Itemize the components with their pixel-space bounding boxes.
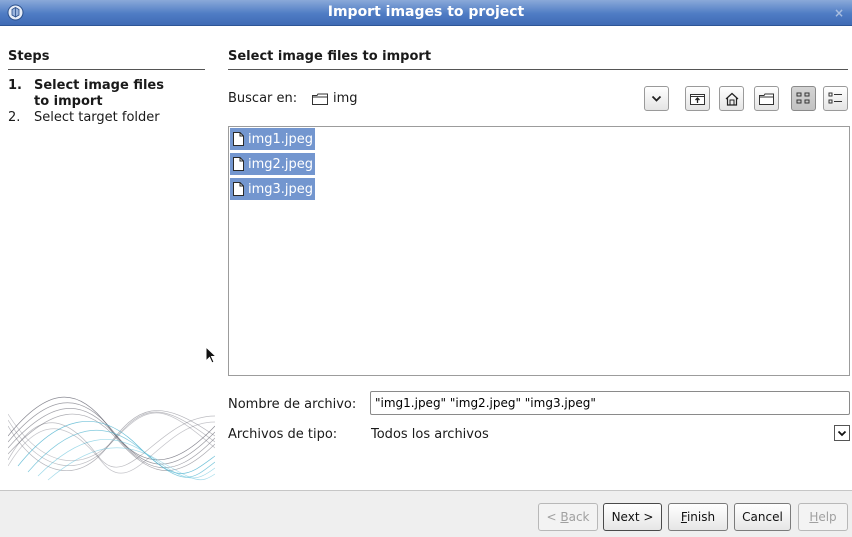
window-title: Import images to project (327, 4, 525, 20)
step-label: Select image files to import (34, 78, 164, 110)
step-number: 1. (8, 78, 22, 93)
cancel-button[interactable]: Cancel (734, 503, 791, 531)
step-label-line1: Select image files (34, 78, 164, 93)
file-icon (233, 182, 244, 196)
step-item: 2. Select target folder (8, 110, 208, 126)
file-name: img1.jpeg (248, 131, 314, 147)
up-folder-icon (690, 94, 705, 105)
file-name: img2.jpeg (248, 156, 314, 172)
help-button[interactable]: Help (798, 503, 848, 531)
back-button[interactable]: < Back (538, 503, 598, 531)
file-icon (233, 132, 244, 146)
back-rest: ack (568, 510, 590, 524)
content-heading: Select image files to import (228, 46, 848, 70)
look-in-label: Buscar en: (228, 91, 298, 106)
list-view-button[interactable] (791, 86, 816, 111)
filetype-label: Archivos de tipo: (228, 427, 338, 442)
back-mnemonic: B (560, 510, 569, 524)
home-icon (725, 92, 738, 106)
filetype-select[interactable]: Todos los archivos (371, 427, 489, 442)
new-folder-button[interactable] (754, 86, 779, 111)
look-in-combo[interactable]: img (312, 91, 358, 106)
filename-label: Nombre de archivo: (228, 397, 357, 412)
finish-rest: inish (686, 510, 716, 524)
file-item[interactable]: img2.jpeg (230, 153, 316, 175)
look-in-folder-name: img (333, 91, 358, 106)
title-bar: Import images to project × (0, 0, 852, 26)
home-button[interactable] (719, 86, 744, 111)
finish-button[interactable]: Finish (668, 503, 728, 531)
file-item[interactable]: img3.jpeg (230, 178, 316, 200)
file-item[interactable]: img1.jpeg (230, 128, 316, 150)
file-name: img3.jpeg (248, 181, 314, 197)
decorative-waves-art (8, 396, 215, 481)
chevron-down-icon (837, 430, 847, 436)
list-view-icon (796, 92, 810, 104)
steps-list: 1. Select image files to import 2. Selec… (8, 78, 208, 126)
chevron-down-icon (651, 95, 662, 102)
back-prefix: < (546, 510, 561, 524)
details-view-button[interactable] (823, 86, 848, 111)
look-in-dropdown-button[interactable] (644, 86, 669, 111)
filename-input[interactable] (370, 391, 850, 415)
help-rest: elp (818, 510, 837, 524)
up-folder-button[interactable] (685, 86, 710, 111)
details-view-icon (828, 92, 842, 104)
step-item: 1. Select image files to import (8, 78, 208, 110)
step-label: Select target folder (34, 110, 160, 125)
next-button[interactable]: Next > (603, 503, 662, 531)
filetype-dropdown-button[interactable] (834, 425, 850, 441)
file-list[interactable]: img1.jpeg img2.jpeg img3.jpeg (228, 126, 850, 376)
steps-heading: Steps (8, 46, 205, 70)
new-folder-icon (759, 93, 774, 105)
mouse-cursor-icon (205, 346, 217, 364)
file-icon (233, 157, 244, 171)
close-icon[interactable]: × (831, 5, 847, 21)
folder-icon (312, 93, 328, 105)
step-number: 2. (8, 110, 21, 125)
help-mnemonic: H (809, 510, 819, 524)
steps-panel: Steps 1. Select image files to import 2.… (8, 46, 215, 490)
step-label-line2: to import (34, 94, 103, 109)
